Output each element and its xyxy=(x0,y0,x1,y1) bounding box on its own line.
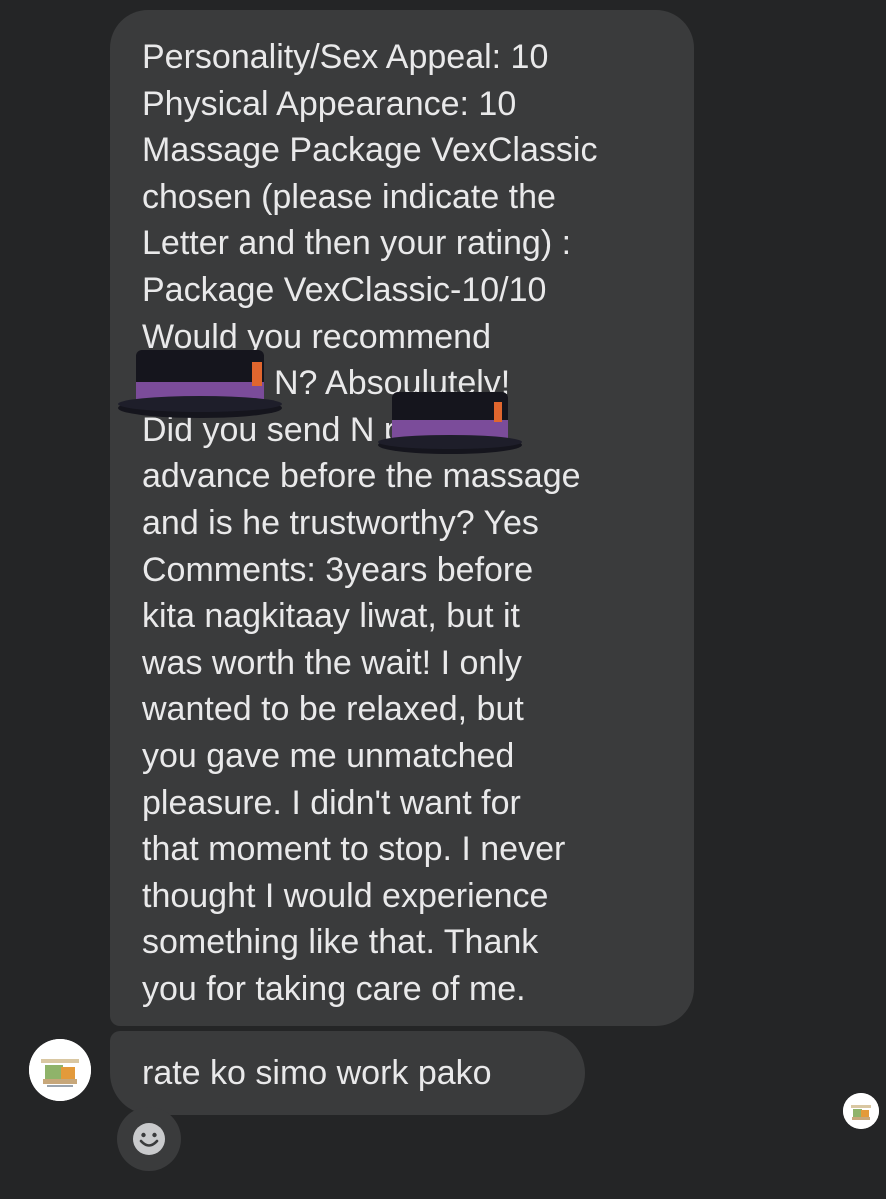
seen-avatar-icon xyxy=(843,1093,879,1129)
message-line: Physical Appearance: 10 xyxy=(142,84,517,123)
top-hat-sticker-icon xyxy=(376,390,524,458)
smiley-icon xyxy=(133,1123,165,1155)
seen-avatar xyxy=(843,1093,879,1129)
reaction-button[interactable] xyxy=(117,1107,181,1171)
message-line: pleasure. I didn't want for xyxy=(142,783,521,822)
message-line: was worth the wait! I only xyxy=(142,643,522,682)
message-line: thought I would experience xyxy=(142,876,549,915)
message-line: wanted to be relaxed, but xyxy=(142,690,524,729)
message-line: Massage Package VexClassic xyxy=(142,131,598,170)
logo-avatar-icon xyxy=(29,1039,91,1101)
message-line: Comments: 3years before xyxy=(142,550,534,589)
message-line: kita nagkitaay liwat, but it xyxy=(142,597,520,636)
message-line: and is he trustworthy? Yes xyxy=(142,503,539,542)
message-line: chosen (please indicate the xyxy=(142,177,556,216)
message-line: advance before the massage xyxy=(142,457,581,496)
top-hat-sticker-icon xyxy=(116,346,284,422)
message-line: that moment to stop. I never xyxy=(142,830,566,869)
message-line: you gave me unmatched xyxy=(142,736,515,775)
message-line: Package VexClassic-10/10 xyxy=(142,270,547,309)
message-line: something like that. Thank xyxy=(142,923,539,962)
message-line: you for taking care of me. xyxy=(142,969,526,1008)
message-bubble[interactable]: Personality/Sex Appeal: 10 Physical Appe… xyxy=(110,10,694,1026)
chat-thread: Personality/Sex Appeal: 10 Physical Appe… xyxy=(0,0,886,1199)
message-bubble[interactable]: rate ko simo work pako xyxy=(110,1031,585,1115)
message-line: Personality/Sex Appeal: 10 xyxy=(142,38,549,76)
sender-avatar[interactable] xyxy=(29,1039,91,1101)
message-line: Letter and then your rating) : xyxy=(142,224,572,263)
message-text: rate ko simo work pako xyxy=(142,1053,492,1092)
